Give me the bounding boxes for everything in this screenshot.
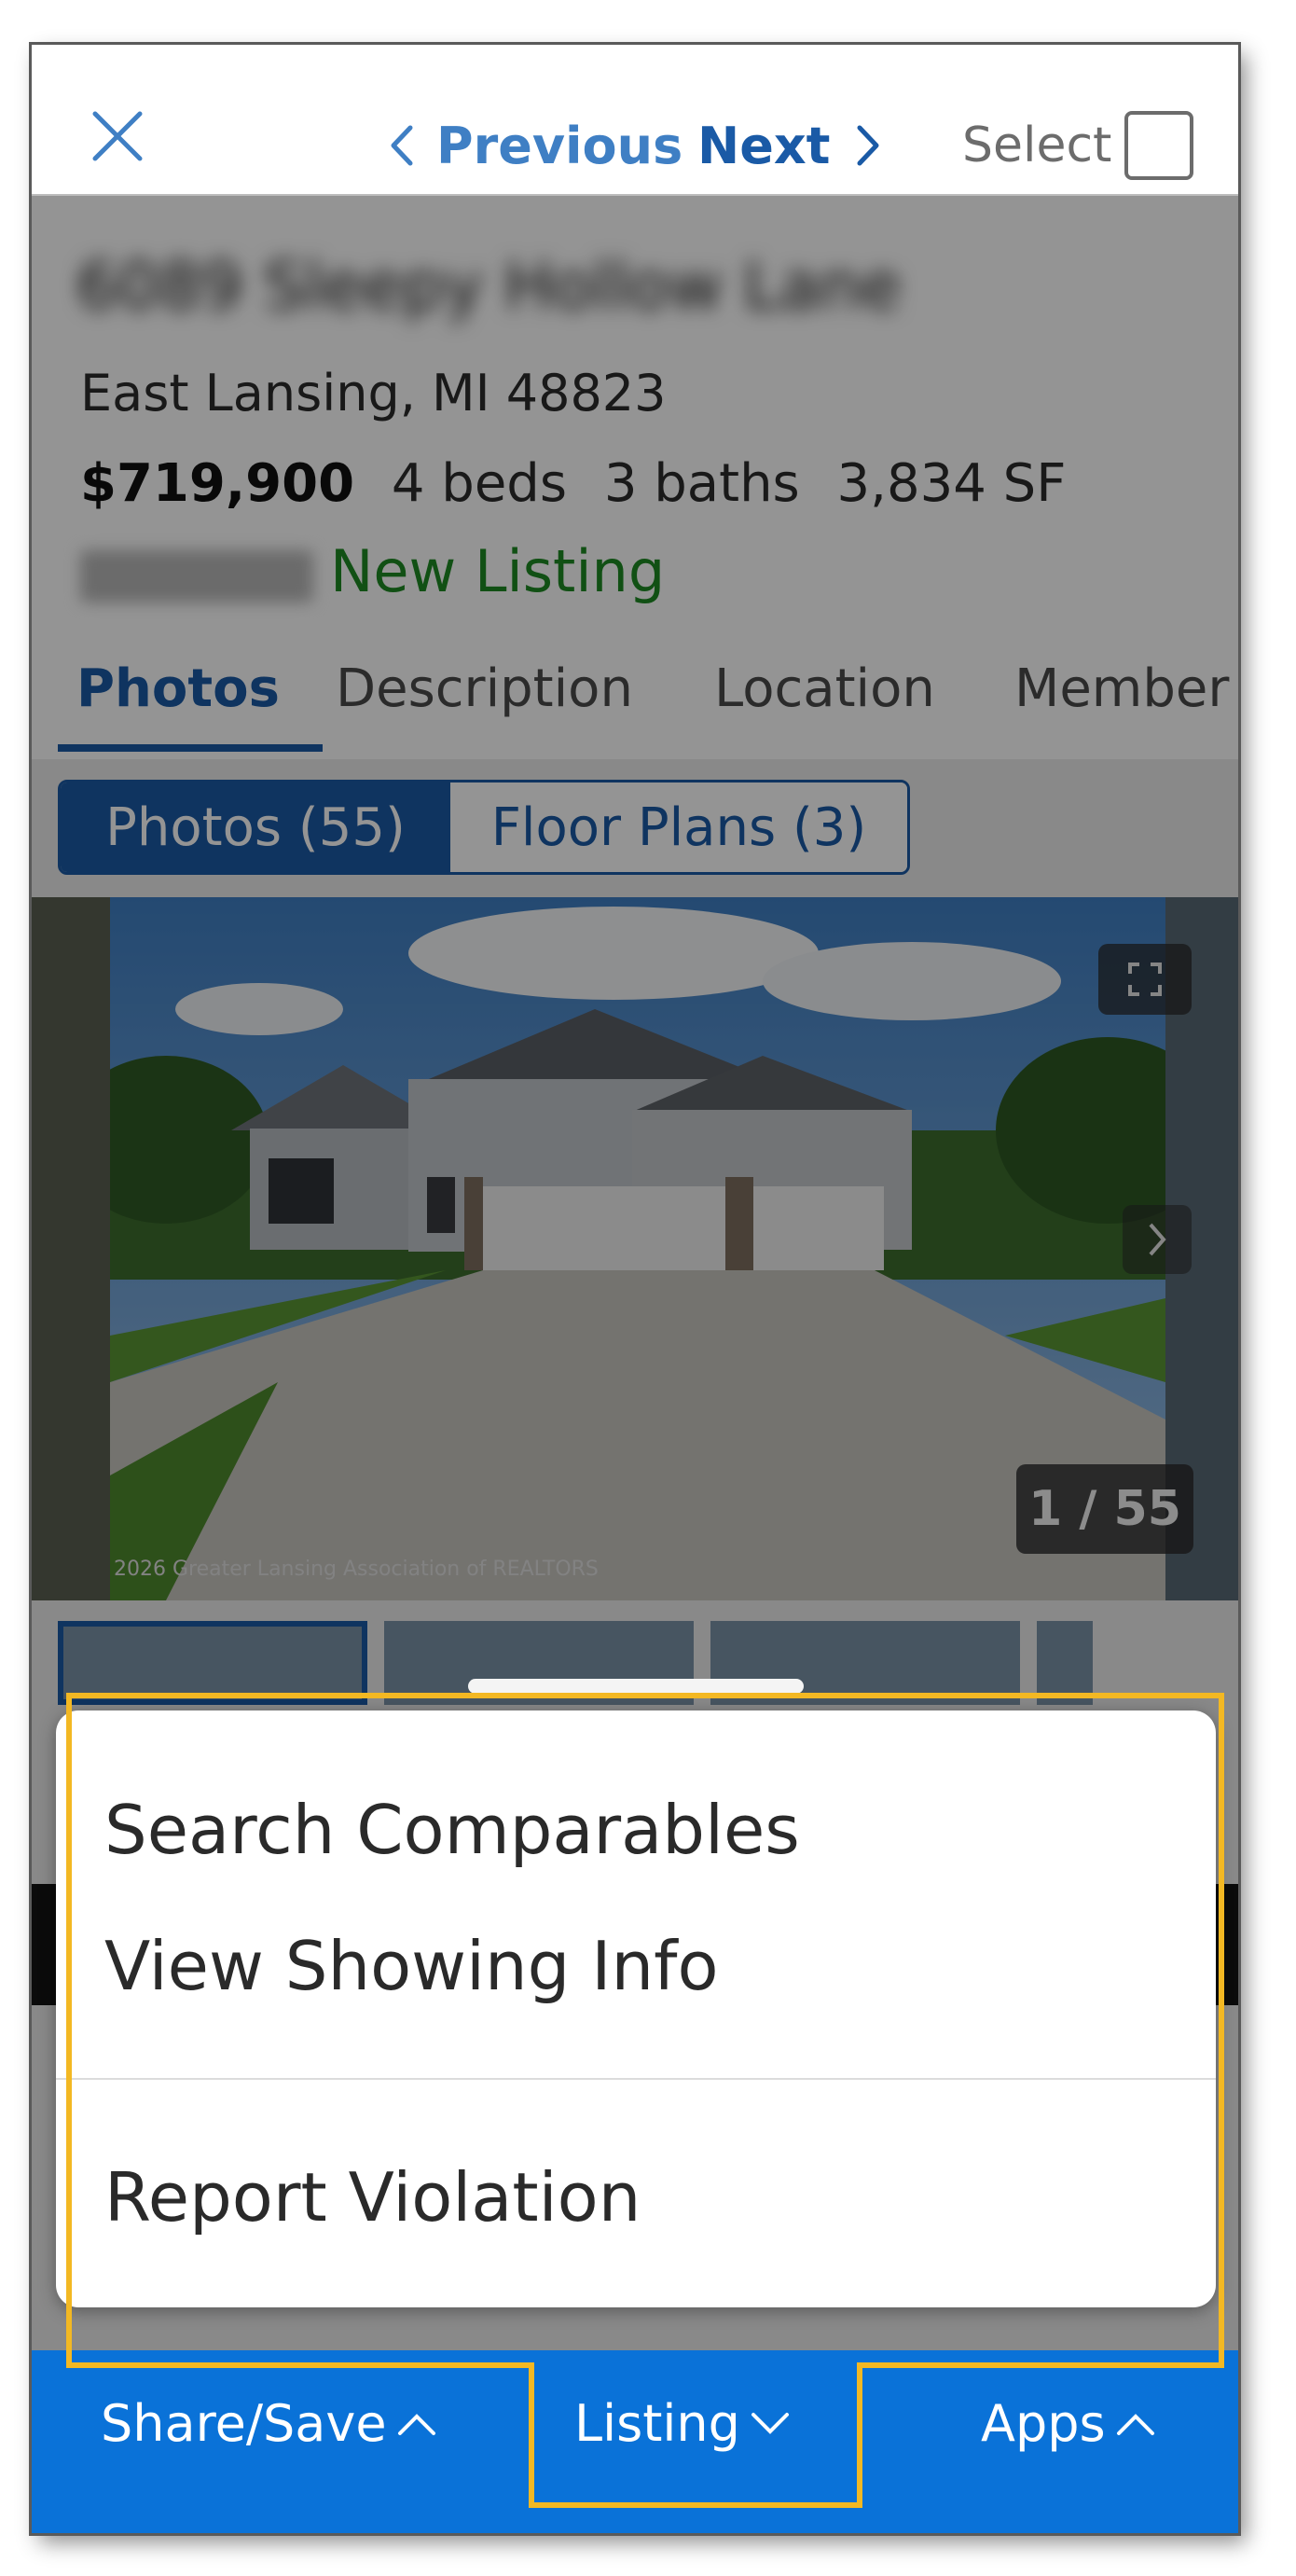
chevron-left-icon [391, 125, 413, 166]
select-control[interactable]: Select [962, 111, 1194, 180]
listing-button[interactable]: Listing [574, 2381, 791, 2465]
menu-item-search-comparables[interactable]: Search Comparables [104, 1791, 800, 1869]
menu-item-view-showing-info[interactable]: View Showing Info [104, 1927, 719, 2005]
chevron-up-icon [397, 2414, 435, 2435]
chevron-up-icon [1116, 2414, 1154, 2435]
chevron-down-icon [751, 2413, 789, 2434]
next-label: Next [697, 116, 831, 175]
menu-item-report-violation[interactable]: Report Violation [104, 2158, 641, 2237]
listing-actions-menu: Search Comparables View Showing Info Rep… [56, 1710, 1216, 2307]
chevron-right-icon [857, 125, 879, 166]
phone-screen: Previous Next Select 6089 Sleepy Hollow … [32, 45, 1238, 2533]
apps-button[interactable]: Apps [981, 2381, 1156, 2465]
share-save-label: Share/Save [101, 2393, 387, 2453]
apps-label: Apps [981, 2393, 1106, 2453]
select-label: Select [962, 118, 1112, 173]
top-navigation: Previous Next Select [32, 45, 1238, 196]
previous-button[interactable]: Previous [386, 113, 682, 178]
listing-label: Listing [574, 2393, 740, 2453]
close-icon[interactable] [90, 108, 145, 164]
menu-divider [56, 2078, 1216, 2080]
previous-label: Previous [436, 116, 683, 175]
next-button[interactable]: Next [697, 113, 884, 178]
sheet-drag-handle[interactable] [468, 1679, 804, 1694]
select-checkbox[interactable] [1124, 111, 1194, 180]
share-save-button[interactable]: Share/Save [101, 2381, 437, 2465]
